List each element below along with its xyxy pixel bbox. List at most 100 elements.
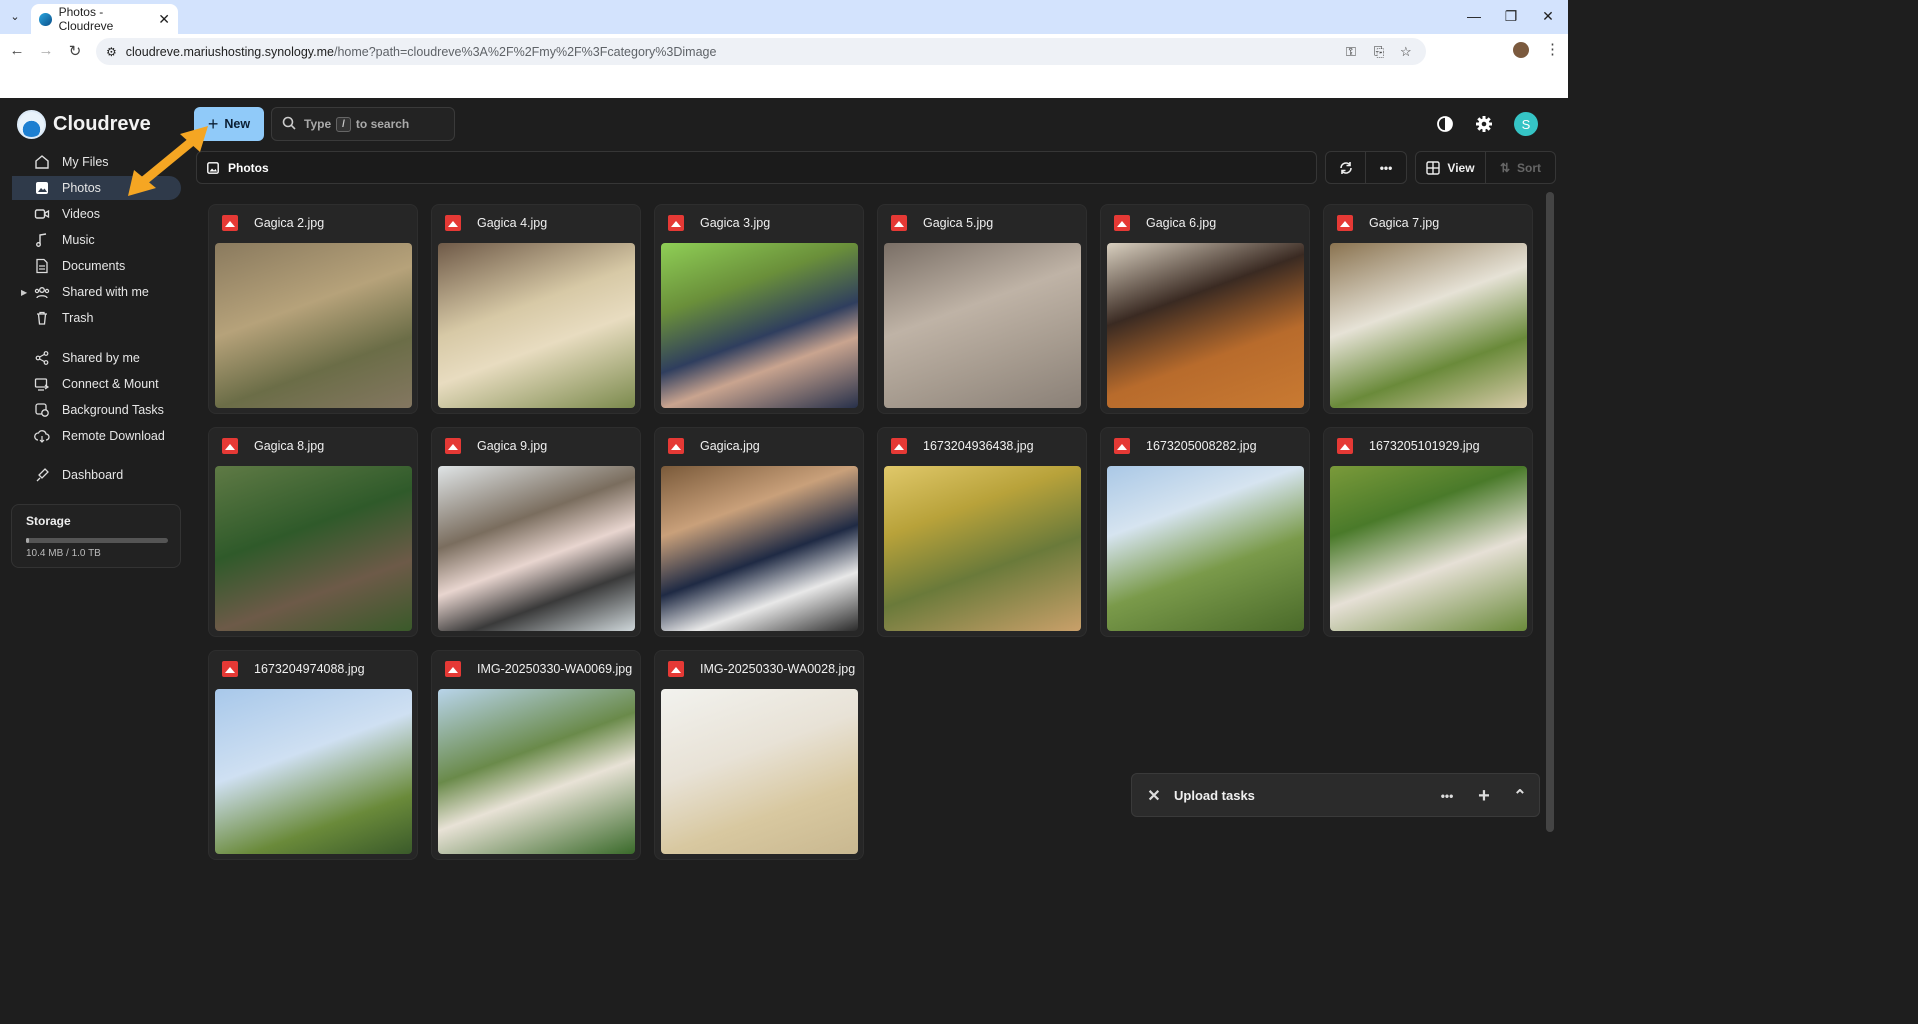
- file-card[interactable]: 1673204936438.jpg: [877, 427, 1087, 637]
- view-label: View: [1447, 160, 1475, 175]
- expand-caret-icon[interactable]: ▶: [21, 288, 27, 297]
- file-card[interactable]: Gagica 3.jpg: [654, 204, 864, 414]
- sidebar-item-remote-download[interactable]: Remote Download: [12, 424, 181, 448]
- sidebar-item-dashboard[interactable]: Dashboard: [12, 463, 181, 487]
- close-icon[interactable]: ✕: [1144, 786, 1164, 806]
- upload-tasks-panel[interactable]: ✕ Upload tasks ••• + ⌃: [1131, 773, 1540, 817]
- more-options-icon[interactable]: •••: [1366, 152, 1406, 183]
- cloudreve-logo-icon: [17, 110, 46, 139]
- file-name: 1673205101929.jpg: [1369, 439, 1480, 453]
- dashboard-icon: [34, 467, 50, 483]
- photo-thumbnail[interactable]: [884, 243, 1081, 408]
- file-card[interactable]: Gagica.jpg: [654, 427, 864, 637]
- file-caption: Gagica 5.jpg: [891, 215, 993, 231]
- restore-icon[interactable]: ❐: [1501, 8, 1521, 25]
- file-caption: Gagica 6.jpg: [1114, 215, 1216, 231]
- view-sort-group: View ⇅ Sort: [1415, 151, 1556, 184]
- photo-thumbnail[interactable]: [661, 689, 858, 854]
- add-icon[interactable]: +: [1474, 785, 1494, 807]
- chevron-up-icon[interactable]: ⌃: [1510, 786, 1530, 806]
- reload-icon[interactable]: ↻: [66, 42, 84, 60]
- photo-thumbnail[interactable]: [1330, 243, 1527, 408]
- file-card[interactable]: 1673205101929.jpg: [1323, 427, 1533, 637]
- file-card[interactable]: Gagica 5.jpg: [877, 204, 1087, 414]
- file-caption: Gagica 7.jpg: [1337, 215, 1439, 231]
- bookmark-star-icon[interactable]: ☆: [1400, 44, 1412, 60]
- storage-panel[interactable]: Storage 10.4 MB / 1.0 TB: [11, 504, 181, 568]
- file-card[interactable]: 1673205008282.jpg: [1100, 427, 1310, 637]
- close-tab-icon[interactable]: ✕: [158, 11, 170, 28]
- photo-thumbnail[interactable]: [1107, 243, 1304, 408]
- file-card[interactable]: Gagica 9.jpg: [431, 427, 641, 637]
- file-card[interactable]: Gagica 2.jpg: [208, 204, 418, 414]
- photo-thumbnail[interactable]: [215, 243, 412, 408]
- photo-thumbnail[interactable]: [1330, 466, 1527, 631]
- browser-tab[interactable]: Photos - Cloudreve ✕: [31, 4, 178, 34]
- photo-thumbnail[interactable]: [1107, 466, 1304, 631]
- photo-thumbnail[interactable]: [438, 243, 635, 408]
- image-file-icon: [891, 215, 907, 231]
- close-window-icon[interactable]: ✕: [1538, 8, 1558, 25]
- file-card[interactable]: IMG-20250330-WA0028.jpg: [654, 650, 864, 860]
- sidebar-item-trash[interactable]: Trash: [12, 306, 181, 330]
- photo-thumbnail[interactable]: [438, 689, 635, 854]
- search-input[interactable]: Type / to search: [271, 107, 455, 141]
- file-card[interactable]: 1673204974088.jpg: [208, 650, 418, 860]
- photo-thumbnail[interactable]: [661, 243, 858, 408]
- image-file-icon: [1114, 438, 1130, 454]
- browser-menu-icon[interactable]: ⋮: [1545, 40, 1560, 58]
- breadcrumb: Photos: [196, 151, 1317, 184]
- sidebar-item-documents[interactable]: Documents: [12, 254, 181, 278]
- more-options-icon[interactable]: •••: [1437, 786, 1457, 806]
- sort-button[interactable]: ⇅ Sort: [1486, 152, 1555, 183]
- scrollbar[interactable]: [1546, 192, 1554, 832]
- file-caption: 1673204936438.jpg: [891, 438, 1034, 454]
- file-card[interactable]: Gagica 4.jpg: [431, 204, 641, 414]
- photo-thumbnail[interactable]: [215, 466, 412, 631]
- site-info-icon[interactable]: ⚙: [106, 45, 117, 59]
- sidebar-item-music[interactable]: Music: [12, 228, 181, 252]
- sidebar-item-background-tasks[interactable]: Background Tasks: [12, 398, 181, 422]
- settings-gear-icon[interactable]: [1473, 113, 1495, 135]
- home-icon: [34, 154, 50, 170]
- profile-avatar[interactable]: [1513, 42, 1529, 58]
- image-file-icon: [668, 215, 684, 231]
- photo-thumbnail[interactable]: [215, 689, 412, 854]
- image-file-icon: [668, 438, 684, 454]
- file-card[interactable]: Gagica 8.jpg: [208, 427, 418, 637]
- file-caption: 1673205101929.jpg: [1337, 438, 1480, 454]
- view-button[interactable]: View: [1416, 152, 1486, 183]
- file-name: Gagica 6.jpg: [1146, 216, 1217, 230]
- photo-thumbnail[interactable]: [661, 466, 858, 631]
- scrollbar-thumb[interactable]: [1546, 192, 1554, 832]
- user-avatar[interactable]: S: [1514, 112, 1538, 136]
- photo-thumbnail[interactable]: [884, 466, 1081, 631]
- image-file-icon: [445, 215, 461, 231]
- theme-toggle-icon[interactable]: [1434, 113, 1456, 135]
- sidebar-item-connect-mount[interactable]: Connect & Mount: [12, 372, 181, 396]
- sidebar-item-videos[interactable]: Videos: [12, 202, 181, 226]
- file-card[interactable]: Gagica 6.jpg: [1100, 204, 1310, 414]
- sort-label: Sort: [1517, 160, 1542, 175]
- image-file-icon: [891, 438, 907, 454]
- sidebar-item-shared-by-me[interactable]: Shared by me: [12, 346, 181, 370]
- file-caption: Gagica 4.jpg: [445, 215, 547, 231]
- password-key-icon[interactable]: ⚿: [1346, 44, 1356, 60]
- storage-title: Storage: [26, 514, 71, 528]
- minimize-icon[interactable]: —: [1464, 8, 1484, 24]
- sidebar-item-shared-with-me[interactable]: ▶ Shared with me: [12, 280, 181, 304]
- back-icon[interactable]: ←: [8, 42, 26, 59]
- forward-icon[interactable]: →: [37, 42, 55, 59]
- refresh-icon[interactable]: [1326, 152, 1367, 183]
- file-card[interactable]: Gagica 7.jpg: [1323, 204, 1533, 414]
- file-card[interactable]: IMG-20250330-WA0069.jpg: [431, 650, 641, 860]
- video-icon: [34, 206, 50, 222]
- upload-tasks-title: Upload tasks: [1174, 787, 1255, 803]
- address-bar[interactable]: ⚙ cloudreve.mariushosting.synology.me/ho…: [96, 38, 1426, 65]
- tab-search-button[interactable]: ⌄: [6, 8, 24, 26]
- sidebar-item-label: Background Tasks: [62, 403, 164, 417]
- install-app-icon[interactable]: ⎘: [1374, 44, 1384, 60]
- photo-thumbnail[interactable]: [438, 466, 635, 631]
- browser-toolbar: ← → ↻ ⚙ cloudreve.mariushosting.synology…: [0, 34, 1568, 68]
- breadcrumb-current[interactable]: Photos: [228, 161, 269, 175]
